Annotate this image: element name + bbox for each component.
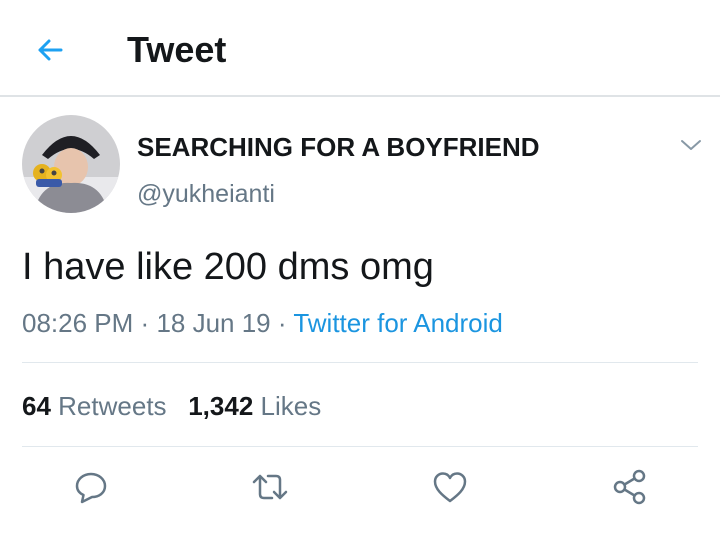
divider	[22, 362, 698, 363]
more-options-button[interactable]	[679, 135, 703, 155]
retweet-icon	[252, 474, 288, 500]
top-bar: Tweet	[0, 0, 720, 97]
meta-separator: ·	[140, 308, 150, 338]
likes-stat[interactable]: 1,342 Likes	[188, 391, 321, 421]
retweets-label: Retweets	[58, 391, 167, 421]
back-button[interactable]	[30, 30, 70, 70]
likes-count: 1,342	[188, 391, 254, 421]
tweet-date: 18 Jun 19	[156, 308, 271, 338]
chevron-down-icon	[681, 140, 701, 150]
likes-label: Likes	[260, 391, 322, 421]
tweet-source-link[interactable]: Twitter for Android	[293, 308, 503, 338]
share-icon	[613, 469, 646, 505]
share-button[interactable]	[610, 467, 650, 507]
meta-separator: ·	[277, 308, 287, 338]
user-handle[interactable]: @yukheianti	[137, 178, 275, 210]
like-button[interactable]	[430, 467, 470, 507]
retweets-count: 64	[22, 391, 51, 421]
divider	[22, 446, 698, 447]
avatar[interactable]	[22, 115, 120, 213]
tweet-text: I have like 200 dms omg	[22, 246, 434, 288]
display-name[interactable]: SEARCHING FOR A BOYFRIEND	[137, 131, 540, 163]
arrow-left-icon	[38, 39, 63, 61]
tweet-time: 08:26 PM	[22, 308, 134, 338]
retweet-button[interactable]	[250, 467, 290, 507]
tweet-metadata: 08:26 PM · 18 Jun 19 · Twitter for Andro…	[22, 306, 503, 340]
retweets-stat[interactable]: 64 Retweets	[22, 391, 167, 421]
engagement-stats: 64 Retweets 1,342 Likes	[22, 389, 321, 423]
reply-icon	[75, 472, 107, 504]
reply-button[interactable]	[71, 467, 111, 507]
like-icon	[433, 472, 467, 503]
page-title: Tweet	[127, 29, 227, 70]
